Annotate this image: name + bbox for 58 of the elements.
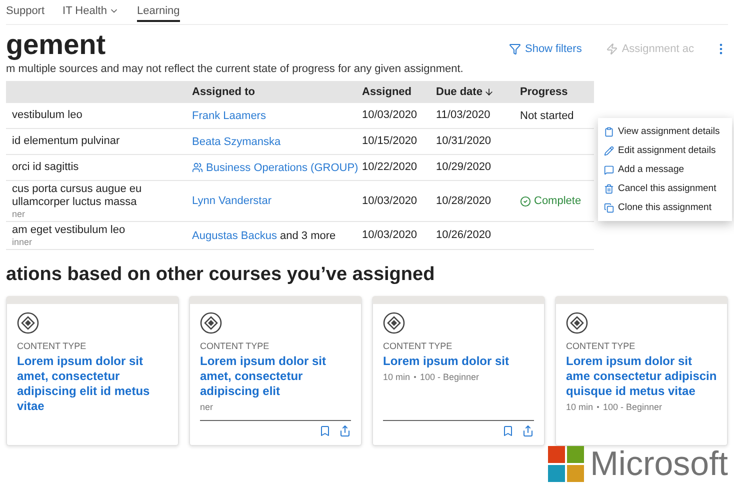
content-type-label: CONTENT TYPE bbox=[17, 341, 88, 351]
due-date: 10/28/2020 bbox=[435, 194, 492, 208]
course-title: vestibulum leo bbox=[12, 109, 84, 122]
course-meta: ner bbox=[12, 209, 26, 219]
course-title: cus porta cursus augue eu ullamcorper luctus massa bbox=[12, 183, 143, 209]
content-type-label: CONTENT TYPE bbox=[566, 341, 636, 351]
due-date: 10/26/2020 bbox=[435, 229, 492, 242]
due-date: 10/29/2020 bbox=[435, 161, 492, 174]
due-date: 10/31/2020 bbox=[435, 135, 492, 148]
course-title-link[interactable]: Lorem ipsum dolor sit ame consectetur adipiscin quisque id metus vitae bbox=[566, 354, 717, 399]
column-header[interactable]: Progress bbox=[514, 86, 594, 98]
assignee-link[interactable]: Business Operations (GROUP) bbox=[192, 162, 358, 174]
menu-item[interactable]: Edit assignment details bbox=[598, 141, 732, 160]
assigned-date: 10/03/2020 bbox=[361, 194, 418, 208]
course-title-link[interactable]: Lorem ipsum dolor sit bbox=[383, 354, 534, 369]
content-type-label: CONTENT TYPE bbox=[200, 341, 270, 351]
course-card[interactable]: CONTENT TYPE Lorem ipsum dolor sit amet, consectetur adipiscing elit ner bbox=[189, 296, 362, 446]
course-title-link[interactable]: Lorem ipsum dolor sit amet, consectetur adipiscing elit bbox=[200, 354, 351, 399]
course-card[interactable]: CONTENT TYPE Lorem ipsum dolor sit 10 min 100 - Beginner bbox=[372, 296, 545, 446]
course-meta: 100 - Beginner bbox=[603, 402, 662, 412]
course-card[interactable]: CONTENT TYPE Lorem ipsum dolor sit amet, consectetur adipiscing elit id metus vitae bbox=[6, 296, 179, 446]
content-type-label: CONTENT TYPE bbox=[383, 341, 454, 351]
course-meta: ner bbox=[200, 402, 214, 412]
assignee-link[interactable]: Lynn Vanderstar bbox=[192, 195, 272, 207]
section-heading: ations based on other courses you’ve assigned bbox=[6, 264, 436, 286]
due-date: 11/03/2020 bbox=[435, 109, 492, 122]
menu-item[interactable]: Cancel this assignment bbox=[598, 179, 732, 198]
column-header[interactable]: Due date bbox=[430, 86, 514, 98]
course-title: am eget vestibulum leo bbox=[12, 224, 126, 237]
assigned-date: 10/22/2020 bbox=[361, 161, 418, 174]
nav-link[interactable]: IT Health bbox=[62, 2, 119, 22]
assignee-link[interactable]: Beata Szymanska bbox=[192, 136, 281, 148]
menu-item[interactable]: Add a message bbox=[598, 160, 732, 179]
menu-item[interactable]: View assignment details bbox=[598, 122, 732, 141]
assignee-extra: and 3 more bbox=[280, 230, 336, 242]
course-meta: 10 min bbox=[566, 402, 594, 412]
course-title-link[interactable]: Lorem ipsum dolor sit amet, consectetur adipiscing elit id metus vitae bbox=[17, 354, 168, 414]
course-title: id elementum pulvinar bbox=[12, 135, 121, 148]
assigned-date: 10/03/2020 bbox=[361, 229, 418, 242]
progress-status: Complete bbox=[514, 195, 594, 207]
column-header[interactable]: Assigned to bbox=[186, 86, 356, 98]
course-meta: inner bbox=[12, 237, 34, 247]
menu-item[interactable]: Clone this assignment bbox=[598, 198, 732, 217]
description-text: m multiple sources and may not reflect the current state of progress for any given assignment. bbox=[6, 63, 464, 75]
nav-link[interactable]: Support bbox=[6, 2, 45, 22]
page-title: gement bbox=[6, 29, 106, 61]
assigned-date: 10/03/2020 bbox=[361, 109, 418, 122]
logo-wordmark: Microsoft bbox=[590, 447, 728, 481]
course-meta: 100 - Beginner bbox=[420, 372, 480, 382]
progress-status: Not started bbox=[519, 110, 575, 122]
assignee-link[interactable]: Augustas Backus bbox=[192, 230, 277, 242]
assignee-link[interactable]: Frank Laamers bbox=[192, 110, 266, 122]
assigned-date: 10/15/2020 bbox=[361, 135, 418, 148]
toolbar-button[interactable]: Show filters bbox=[504, 41, 586, 57]
course-title: orci id sagittis bbox=[12, 161, 80, 174]
nav-link[interactable]: Learning bbox=[136, 2, 180, 22]
column-header[interactable]: Assigned bbox=[356, 86, 430, 98]
course-meta: 10 min bbox=[383, 372, 410, 382]
